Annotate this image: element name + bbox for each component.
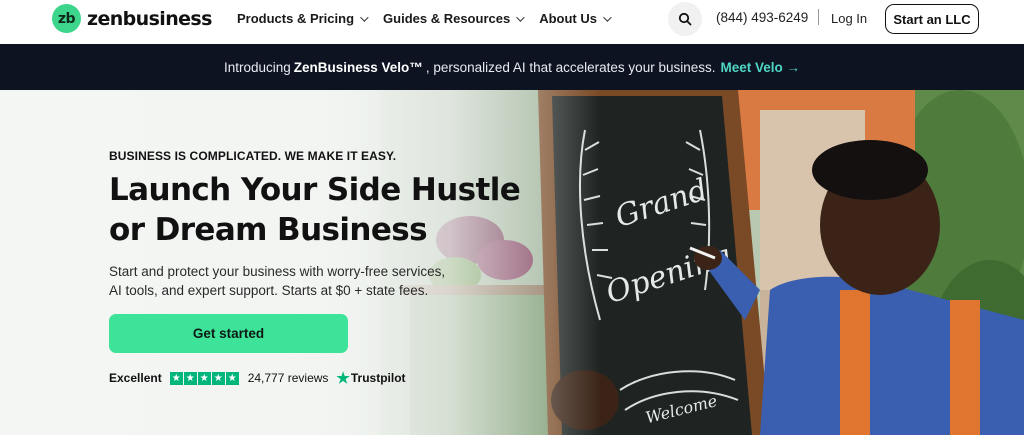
trustpilot-rating[interactable]: Excellent ★ ★ ★ ★ ★ 24,777 reviews ★ Tru… [109,369,406,387]
meet-velo-link[interactable]: Meet Velo → [720,60,800,75]
star-icon: ★ [183,371,197,385]
start-llc-button[interactable]: Start an LLC [885,4,979,34]
hero-eyebrow: BUSINESS IS COMPLICATED. WE MAKE IT EASY… [109,149,397,163]
headline-line-1: Launch Your Side Hustle [109,172,521,208]
trustpilot-wordmark: Trustpilot [350,371,406,385]
nav-guides-resources[interactable]: Guides & Resources [383,11,525,26]
review-count: 24,777 reviews [247,371,329,385]
nav-label: About Us [539,11,597,26]
hero-subtext: Start and protect your business with wor… [109,262,469,300]
phone-number-link[interactable]: (844) 493-6249 [716,10,808,25]
star-icon: ★ [211,371,225,385]
chevron-down-icon [516,12,525,22]
trustpilot-logo: ★ Trustpilot [336,369,405,387]
nav-label: Guides & Resources [383,11,511,26]
subtext-line-2: AI tools, and expert support. Starts at … [109,283,429,298]
chevron-down-icon [360,12,369,22]
main-nav: Products & Pricing Guides & Resources Ab… [237,11,626,26]
announcement-banner: Introducing ZenBusiness Velo™ , personal… [0,44,1024,90]
logo-mark-icon: zb [52,4,81,33]
rating-label: Excellent [109,371,162,385]
nav-about-us[interactable]: About Us [539,11,612,26]
rating-stars: ★ ★ ★ ★ ★ [169,371,240,385]
logo-wordmark: zenbusiness [87,7,212,30]
search-icon [678,12,692,26]
headline-line-2: or Dream Business [109,212,428,248]
zenbusiness-logo[interactable]: zb zenbusiness [52,4,212,33]
banner-product-name: ZenBusiness Velo™ [293,59,423,75]
get-started-button[interactable]: Get started [109,314,348,353]
chevron-down-icon [603,12,612,22]
star-icon: ★ [225,371,239,385]
banner-prefix: Introducing [223,59,291,75]
nav-products-pricing[interactable]: Products & Pricing [237,11,369,26]
banner-suffix: , personalized AI that accelerates your … [425,59,716,75]
search-button[interactable] [668,2,702,36]
login-link[interactable]: Log In [831,11,867,26]
hero-section: Grand Opening Welcome BUSINESS IS COMPLI… [0,90,1024,435]
subtext-line-1: Start and protect your business with wor… [109,264,446,279]
site-header: zb zenbusiness Products & Pricing Guides… [0,0,1024,44]
hero-headline: Launch Your Side Hustle or Dream Busines… [109,170,521,250]
nav-label: Products & Pricing [237,11,355,26]
divider [818,9,819,25]
star-icon: ★ [197,371,211,385]
star-icon: ★ [169,371,183,385]
trustpilot-star-icon: ★ [336,370,350,387]
